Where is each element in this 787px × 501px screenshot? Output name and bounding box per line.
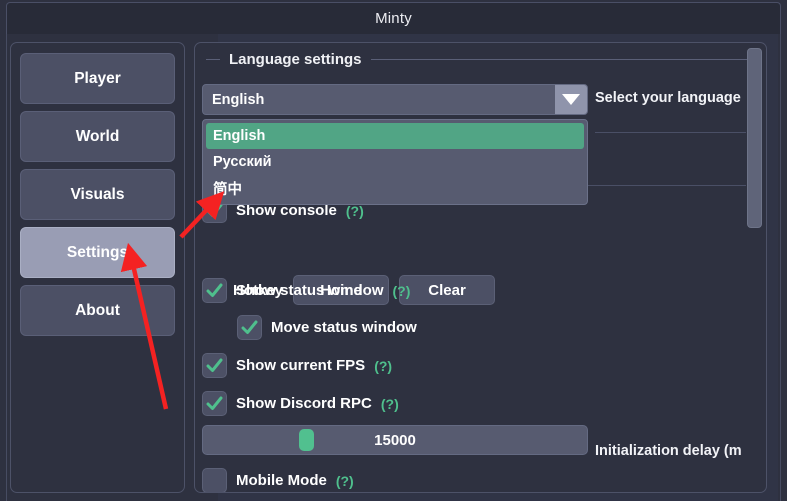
app-window: 注册账号 登录 《用户协议》和《隐私政策》 进入游戏 已阅读并同意 Minty … [0,0,787,501]
settings-content-panel: Language settings English Select your la… [194,42,767,493]
help-icon-show-discord-rpc[interactable]: (?) [381,396,399,412]
initialization-delay-label: Initialization delay (m [595,443,742,459]
option-label: Show status window [236,282,384,299]
sidebar-item-visuals[interactable]: Visuals [20,169,175,220]
content-scrollbar-thumb[interactable] [747,48,762,228]
chevron-down-icon[interactable] [555,85,587,114]
language-dropdown-list[interactable]: English Русский 简中 [202,119,588,205]
sidebar: Player World Visuals Settings About [10,42,185,493]
dropdown-option-russian[interactable]: Русский [206,149,584,175]
help-icon-mobile-mode[interactable]: (?) [336,473,354,489]
initialization-delay-slider[interactable]: 15000 [202,425,588,455]
sidebar-item-label: World [76,128,120,146]
sidebar-item-settings[interactable]: Settings [20,227,175,278]
slider-value: 15000 [374,432,416,449]
checkbox-show-current-fps[interactable] [202,353,227,378]
sidebar-item-label: About [75,302,120,320]
group-title: Language settings [229,51,362,68]
checkbox-move-status-window[interactable] [237,315,262,340]
option-row-show-discord-rpc[interactable]: Show Discord RPC (?) [202,391,399,416]
legend-line-left [206,59,220,60]
help-icon-show-status-window[interactable]: (?) [393,283,411,299]
dropdown-option-label: 简中 [213,178,242,199]
option-label: Move status window [271,319,417,336]
dropdown-option-chinese[interactable]: 简中 [206,175,584,201]
language-combobox-value: English [203,92,555,108]
checkbox-show-status-window[interactable] [202,278,227,303]
dropdown-option-english[interactable]: English [206,123,584,149]
option-row-mobile-mode[interactable]: Mobile Mode (?) [202,468,354,493]
sidebar-item-world[interactable]: World [20,111,175,162]
option-row-show-status-window[interactable]: Show status window (?) [202,278,410,303]
language-combobox[interactable]: English [202,84,588,115]
checkbox-mobile-mode[interactable] [202,468,227,493]
language-side-label: Select your language [595,90,741,106]
option-label: Show current FPS [236,357,365,374]
title-bar[interactable]: Minty [6,2,781,34]
help-icon-show-current-fps[interactable]: (?) [374,358,392,374]
sidebar-item-label: Settings [67,244,128,262]
dropdown-option-label: English [213,128,265,144]
window-title: Minty [375,10,412,27]
sidebar-item-about[interactable]: About [20,285,175,336]
legend-line-right [371,59,749,60]
option-row-show-current-fps[interactable]: Show current FPS (?) [202,353,392,378]
content-scrollbar-track[interactable] [747,46,762,489]
option-row-move-status-window[interactable]: Move status window [237,315,417,340]
divider-language [595,132,746,133]
sidebar-item-label: Visuals [70,186,124,204]
hotkey-clear-button[interactable]: Clear [399,275,495,305]
sidebar-item-label: Player [74,70,121,88]
option-label: Mobile Mode [236,472,327,489]
group-legend: Language settings [202,51,753,68]
dropdown-option-label: Русский [213,154,272,170]
option-label: Show Discord RPC [236,395,372,412]
slider-handle[interactable] [299,429,314,451]
checkbox-show-discord-rpc[interactable] [202,391,227,416]
sidebar-item-player[interactable]: Player [20,53,175,104]
